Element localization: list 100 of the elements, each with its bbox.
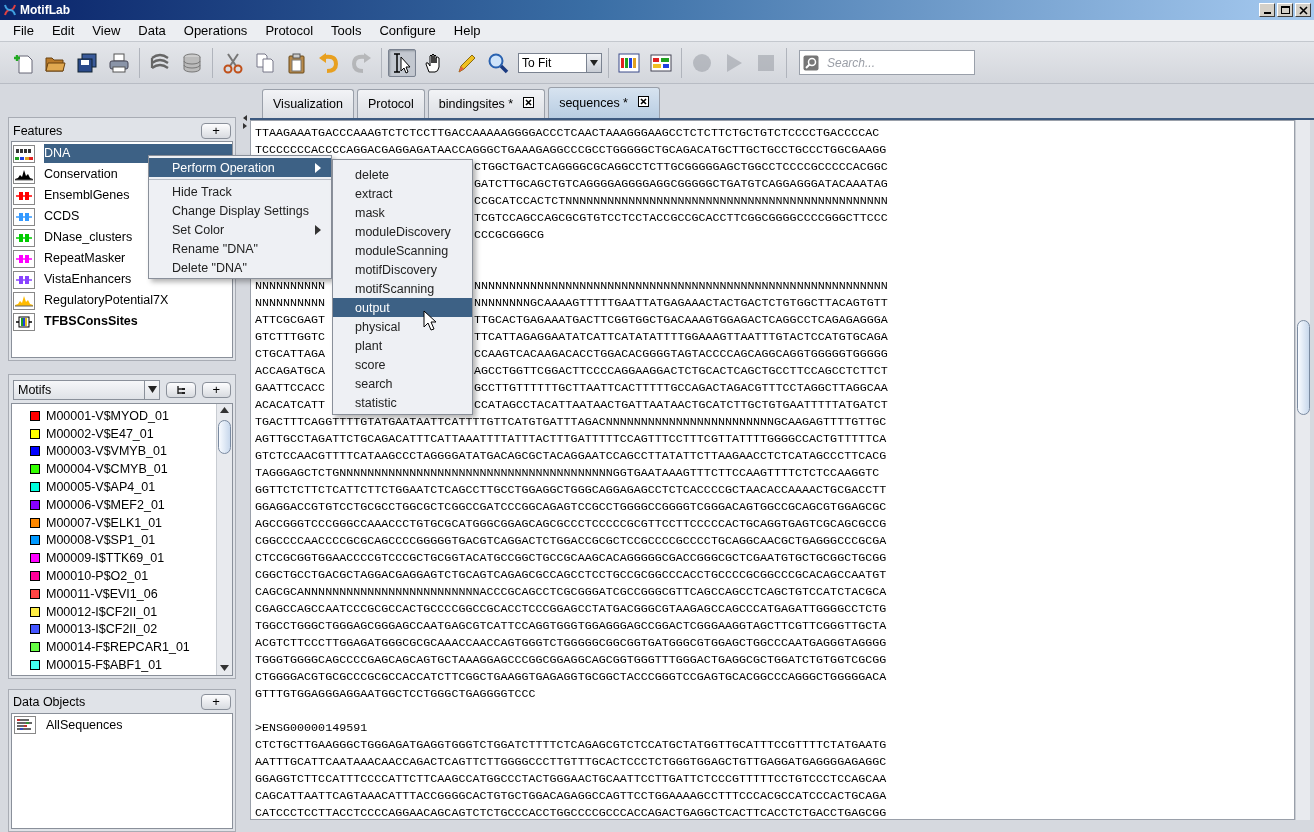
sequence-line: CTGGGGACGTGCGCCCGCGCCACCATCTTCGGCTGAAGGTGAGAGGTGCGGCTACCCGGGTCCGAGTGCACGGCCCAGGGCTGGGGGACA <box>255 670 887 684</box>
menu-item[interactable]: motifDiscovery <box>333 260 472 279</box>
maximize-button[interactable] <box>1277 3 1293 17</box>
tab[interactable]: Protocol <box>356 89 425 118</box>
motif-item[interactable]: M00011-V$EVI1_06 <box>30 584 216 603</box>
sequence-line: ACGTCTTCCCTTGGAGATGGGCGCGCAAACCAACCAGTGGGTCTGGGGGCGGCGGTGATGGGCGTGGAGCTGGCCCAATGAGGGTAGGGG <box>255 636 887 650</box>
scrollbar-thumb[interactable] <box>1297 320 1310 415</box>
motif-item[interactable]: M00001-V$MYOD_01 <box>30 406 216 425</box>
tree-view-button[interactable] <box>166 381 196 398</box>
motif-item[interactable]: M00015-F$ABF1_01 <box>30 656 216 674</box>
menu-item[interactable]: Protocol <box>256 21 323 40</box>
sequence-line: CGGCCCCAACCCCGCGCAGCCCCGGGGGTGACGTCAGGACTCTGGACCGCGCTCCGCCCCGCCCCTGCAGGCAACGCTGAGGGCCCGCGA <box>255 534 887 548</box>
sequence-line: AGCCGGGTCCCGGGCCAAACCCTGTGCGCATGGGCGGAGCAGCGCCCTCCCCCGCGTTCCTTCCCCCACTGCAGGTGAGTCGCAGCGCCG <box>255 517 887 531</box>
sequence-line: CCGCATCCACTCTNNNNNNNNNNNNNNNNNNNNNNNNNNNNNNNNNNNNNNNNNNNNNN <box>474 193 888 210</box>
menu-item[interactable]: motifScanning <box>333 279 472 298</box>
sequence-line: ACCAGATGCA <box>255 363 326 380</box>
tree-icon <box>175 384 186 395</box>
feature-item[interactable]: RegulatoryPotential7X <box>12 290 232 311</box>
motif-item[interactable]: M00010-P$O2_01 <box>30 567 216 585</box>
menu-item[interactable]: Operations <box>174 21 257 40</box>
splitter-arrows-icon[interactable] <box>242 114 248 130</box>
menu-item[interactable]: Configure <box>370 21 445 40</box>
data-object-item[interactable]: AllSequences <box>12 713 232 736</box>
window-title: MotifLab <box>20 3 71 17</box>
motif-item[interactable]: M00007-V$ELK1_01 <box>30 513 216 532</box>
menu-item[interactable]: physical <box>333 317 472 336</box>
motif-item[interactable]: M00009-I$TTK69_01 <box>30 549 216 568</box>
tab[interactable]: Visualization <box>262 89 354 118</box>
print-icon <box>108 51 130 74</box>
menu-item[interactable]: Hide Track <box>149 182 331 201</box>
sequence-line: GTCTTTGGTC <box>255 329 326 346</box>
close-icon[interactable] <box>523 97 535 108</box>
motif-item[interactable]: M00002-V$E47_01 <box>30 424 216 443</box>
sequence-line: CTCCGCGGTGGAACCCCGTCCCGCTGCGGTACATGCCGGCTGCCGCAAGCACAGGGGGCGACCGGGCGCTCGAATGTGCTGCGGCTGCGG <box>255 551 887 565</box>
add-button[interactable]: + <box>201 122 231 139</box>
sequence-line: GGAGGTCTTCCATTTCCCCATTCTTCAAGCCATGGCCCTACTGGGAACTGCAATTCCTTGATTCTCCCGTTTTTCCTGTCCCTCCAGCAA <box>255 772 887 786</box>
menu-item[interactable]: moduleDiscovery <box>333 222 472 241</box>
scrollbar[interactable] <box>1295 120 1310 820</box>
feature-item[interactable]: TFBSConsSites <box>12 311 232 332</box>
motif-item[interactable]: M00005-V$AP4_01 <box>30 478 216 496</box>
motif-item[interactable]: M00013-I$CF2II_02 <box>30 620 216 639</box>
motif-item[interactable]: M00004-V$CMYB_01 <box>30 460 216 479</box>
color-sequence-icon <box>618 51 640 74</box>
menu-item[interactable]: View <box>83 21 130 40</box>
add-button[interactable]: + <box>201 381 231 398</box>
menu-item[interactable]: delete <box>333 165 472 184</box>
sequence-line: TAGGGAGCTCTGNNNNNNNNNNNNNNNNNNNNNNNNNNNNNNNNNNNNNNNGGTGAATAAAGTTTCTTCCAAGTTTTCTCTCCAAGGTC <box>255 466 880 480</box>
menu-item[interactable]: Change Display Settings <box>149 201 331 220</box>
sequence-line: CTCTGCTTGAAGGGCTGGGAGATGAGGTGGGTCTGGATCTTTTCTCAGAGCGTCTCCATGCTATGGTTGCATTTCCGTTTTCTATGAATG <box>255 738 887 752</box>
sequence-line: TTAAGAAATGACCCAAAGTCTCTCCTTGACCAAAAAGGGGACCCTCAACTAAAGGGAAGCCTCTCTTCTGCTGTCTCCCCTGACCCCAC <box>255 126 880 140</box>
menu-item[interactable]: statistic <box>333 393 472 412</box>
search-field[interactable]: Search... <box>799 50 975 75</box>
sequence-header: >ENSG00000149591 <box>255 721 368 735</box>
search-icon <box>803 54 819 71</box>
menu-item[interactable]: Tools <box>322 21 371 40</box>
sequence-line: NNNNNNNNNN <box>255 278 326 295</box>
menu-item[interactable]: Set Color <box>149 220 331 239</box>
menu-item[interactable]: Delete "DNA" <box>149 258 331 277</box>
scroll-up-icon <box>220 407 229 414</box>
motif-item[interactable]: M00014-F$REPCAR1_01 <box>30 638 216 657</box>
scrollbar-thumb[interactable] <box>218 419 231 454</box>
zoom-dropdown[interactable]: To Fit <box>518 52 602 73</box>
motif-item[interactable]: M00003-V$VMYB_01 <box>30 442 216 461</box>
sequence-line: GGAGGACCGTGTCCTGCGCCTGGCGCTCGGCCGATCCCGGCAGAGTCCGCCTGGGGCCGGGGTCGGGACAGTGGCCGCAGCGTGGAGCGC <box>255 500 887 514</box>
menu-item[interactable]: output <box>333 298 472 317</box>
close-button[interactable] <box>1295 3 1311 17</box>
sequence-line: CAGCATTAATTCAGTAAACATTTACCGGGGCACTGTGCTGGACAGAGGCCAGTTCCTGGAAAAGCCTTTCCCACGCCATCCCACTGCAGA <box>255 789 887 803</box>
search-input[interactable]: Search... <box>825 54 969 71</box>
minimize-button[interactable] <box>1259 3 1275 17</box>
zoom-icon <box>487 51 509 74</box>
menu-item[interactable]: mask <box>333 203 472 222</box>
motif-item[interactable]: M00006-V$MEF2_01 <box>30 495 216 514</box>
submenu-arrow-icon <box>315 162 321 173</box>
sequence-line: CTGGCTGACTCAGGGGCGCAGGCCTCTTGCGGGGGAGCTGGCCTCCCCGCCCCCACGGC <box>474 159 888 176</box>
menu-item[interactable]: plant <box>333 336 472 355</box>
menu-item[interactable]: extract <box>333 184 472 203</box>
menu-item[interactable]: Data <box>129 21 175 40</box>
menu-item[interactable]: Perform Operation <box>149 158 331 177</box>
tab[interactable]: sequences * <box>548 87 660 118</box>
close-icon[interactable] <box>638 96 649 107</box>
menu-item[interactable]: search <box>333 374 472 393</box>
sequence-line: ATTCGCGAGT <box>255 312 326 329</box>
sequence-line: ACACATCATT <box>255 397 326 414</box>
tab[interactable]: bindingsites * <box>427 89 546 118</box>
panel-title: Data Objects <box>13 695 86 710</box>
save-icon <box>76 51 98 74</box>
menu-item[interactable]: moduleScanning <box>333 241 472 260</box>
scrollbar[interactable] <box>216 403 232 675</box>
menu-item[interactable]: score <box>333 355 472 374</box>
menu-item[interactable]: Help <box>444 21 490 40</box>
menu-item[interactable]: Rename "DNA" <box>149 239 331 258</box>
motifs-dropdown[interactable]: Motifs <box>13 379 161 400</box>
add-button[interactable]: + <box>201 694 231 711</box>
menu-item[interactable]: File <box>4 21 43 40</box>
select-tool-button[interactable] <box>388 48 416 77</box>
sequence-line: NNNNNNNNGCAAAAGTTTTTGAATTATGAGAAACTACTGACTCTGTGGCTTACAGTGTT <box>474 295 888 312</box>
scissors-icon <box>222 51 244 74</box>
motif-item[interactable]: M00012-I$CF2II_01 <box>30 602 216 621</box>
menu-item[interactable]: Edit <box>42 21 84 40</box>
motif-item[interactable]: M00008-V$SP1_01 <box>30 531 216 550</box>
